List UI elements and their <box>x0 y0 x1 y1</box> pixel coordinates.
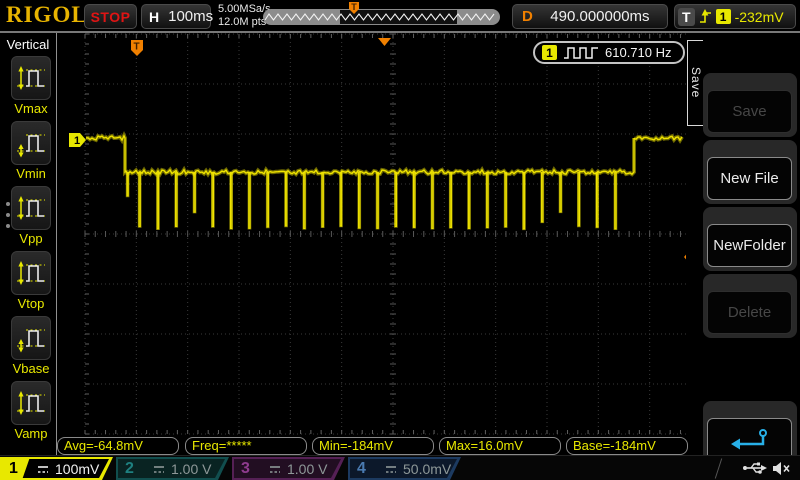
right-menu: Save Save New File NewFolder Delete <box>686 33 800 455</box>
ch1-zero-marker[interactable]: 1 <box>69 133 86 147</box>
usb-icon <box>742 461 768 475</box>
frequency-counter: 1 610.710 Hz <box>533 41 685 64</box>
menu-page-dot <box>6 224 10 228</box>
menu-item-label: Vmin <box>11 166 51 181</box>
trigger-position-marker[interactable]: T <box>131 40 143 56</box>
measurement-min: Min=-184mV <box>312 437 434 455</box>
menu-item-vmax[interactable]: Vmax <box>11 56 51 116</box>
left-menu-title: Vertical <box>0 33 56 52</box>
menu-item-label: Vpp <box>11 231 51 246</box>
dc-coupling-icon <box>384 463 398 475</box>
channel-4-block[interactable]: 4 50.0mV <box>348 457 461 480</box>
measurement-avg: Avg=-64.8mV <box>57 437 179 455</box>
menu-item-vtop[interactable]: Vtop <box>11 251 51 311</box>
channel-3-scale: 1.00 V <box>287 461 327 477</box>
graticule: 1TT <box>57 33 704 455</box>
channel-2-scale: 1.00 V <box>171 461 211 477</box>
dc-coupling-icon <box>36 463 50 475</box>
header-bar: RIGOL STOP H 100ms 5.00MSa/s 12.0M pts T… <box>0 0 800 33</box>
channel-4-number: 4 <box>348 457 378 480</box>
delay-badge[interactable]: D 490.000000ms <box>512 4 668 29</box>
menu-slot: New File <box>703 140 797 204</box>
svg-text:T: T <box>134 42 140 53</box>
run-state-badge[interactable]: STOP <box>84 4 137 29</box>
menu-item-label: Vmax <box>11 101 51 116</box>
channel-3-number: 3 <box>232 457 262 480</box>
vtop-icon <box>11 251 51 295</box>
channel-3-block[interactable]: 3 1.00 V <box>232 457 345 480</box>
preview-wave-icon <box>263 9 500 25</box>
oscilloscope-screen: RIGOL STOP H 100ms 5.00MSa/s 12.0M pts T… <box>0 0 800 480</box>
save-button[interactable]: Save <box>707 90 792 133</box>
menu-item-vmin[interactable]: Vmin <box>11 121 51 181</box>
channel-1-scale: 100mV <box>55 461 99 477</box>
menu-page-dot <box>6 213 10 217</box>
svg-text:1: 1 <box>74 135 80 147</box>
menu-item-vbase[interactable]: Vbase <box>11 316 51 376</box>
channel-status-bar: 1 100mV 2 1.00 V <box>0 455 800 480</box>
vmax-icon <box>11 56 51 100</box>
horizontal-label: H <box>149 9 159 25</box>
return-arrow-icon <box>729 427 771 453</box>
new-file-button[interactable]: New File <box>707 157 792 200</box>
waveform-trace <box>86 136 682 229</box>
trigger-level-value: -232mV <box>735 9 784 25</box>
delay-value: 490.000000ms <box>533 8 667 25</box>
trigger-source-badge: 1 <box>716 9 731 24</box>
measurement-max: Max=16.0mV <box>439 437 561 455</box>
dc-coupling-icon <box>268 463 282 475</box>
menu-slot: Save <box>703 73 797 137</box>
timebase-value: 100ms <box>168 8 213 25</box>
menu-slot: NewFolder <box>703 207 797 271</box>
channel-1-block[interactable]: 1 100mV <box>0 457 113 480</box>
menu-item-label: Vamp <box>11 426 51 441</box>
vmin-icon <box>11 121 51 165</box>
menu-item-vpp[interactable]: Vpp <box>11 186 51 246</box>
right-menu-tab: Save <box>687 40 703 126</box>
freq-counter-channel-badge: 1 <box>542 45 557 60</box>
channel-4-scale: 50.0mV <box>403 461 451 477</box>
channel-2-number: 2 <box>116 457 146 480</box>
rising-edge-icon <box>699 9 712 24</box>
menu-slot: Delete <box>703 274 797 338</box>
left-menu: Vertical Vmax Vmin Vpp Vtop Vbase Vamp <box>0 33 57 455</box>
menu-item-label: Vtop <box>11 296 51 311</box>
dc-coupling-icon <box>152 463 166 475</box>
svg-text:T: T <box>351 2 357 12</box>
rigol-logo: RIGOL <box>6 2 88 28</box>
delay-label: D <box>522 8 533 25</box>
menu-page-dot <box>6 202 10 206</box>
trigger-label: T <box>678 8 695 26</box>
speaker-muted-icon <box>772 461 791 476</box>
measurement-freq: Freq=***** <box>185 437 307 455</box>
center-top-marker <box>378 38 391 46</box>
square-wave-icon <box>563 46 599 59</box>
trigger-badge[interactable]: T 1 -232mV <box>674 4 796 29</box>
vpp-icon <box>11 186 51 230</box>
preview-trigger-flag-icon: T <box>348 1 360 15</box>
vbase-icon <box>11 316 51 360</box>
menu-item-label: Vbase <box>11 361 51 376</box>
new-folder-button[interactable]: NewFolder <box>707 224 792 267</box>
waveform-preview-bar[interactable] <box>263 9 500 25</box>
run-state-label: STOP <box>91 9 131 25</box>
delete-button[interactable]: Delete <box>707 291 792 334</box>
vamp-icon <box>11 381 51 425</box>
grid <box>85 34 701 434</box>
freq-counter-value: 610.710 Hz <box>605 45 672 60</box>
channel-2-block[interactable]: 2 1.00 V <box>116 457 229 480</box>
measurement-base: Base=-184mV <box>566 437 688 455</box>
menu-item-vamp[interactable]: Vamp <box>11 381 51 441</box>
status-divider <box>715 458 722 478</box>
horizontal-timebase-badge[interactable]: H 100ms <box>141 4 211 29</box>
